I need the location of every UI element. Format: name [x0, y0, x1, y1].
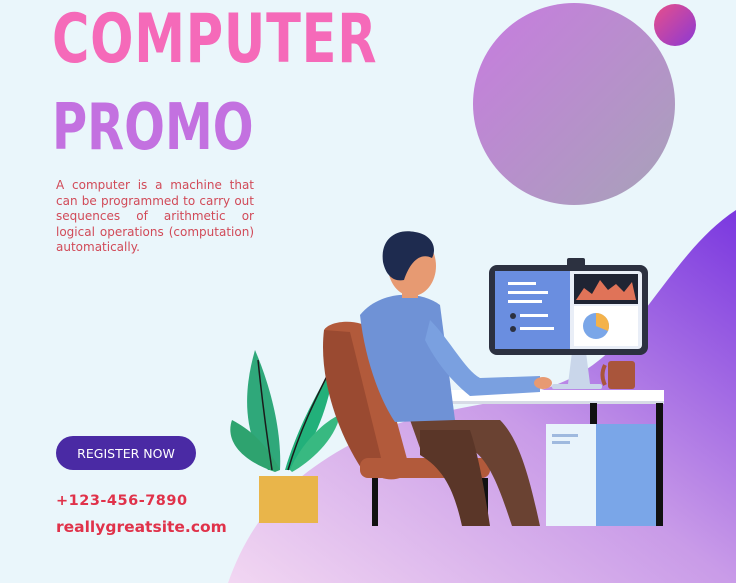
- headline-line-2: PROMO: [52, 91, 254, 165]
- register-now-button[interactable]: REGISTER NOW: [56, 436, 196, 470]
- gradient-circle-large-icon: [473, 3, 675, 205]
- website-link[interactable]: reallygreatsite.com: [56, 518, 227, 536]
- pc-tower-icon: [546, 424, 656, 526]
- phone-number: +123-456-7890: [56, 493, 188, 509]
- gradient-circle-small-icon: [654, 4, 696, 46]
- headline-line-1: COMPUTER: [52, 0, 378, 79]
- description-text: A computer is a machine that can be prog…: [56, 178, 254, 254]
